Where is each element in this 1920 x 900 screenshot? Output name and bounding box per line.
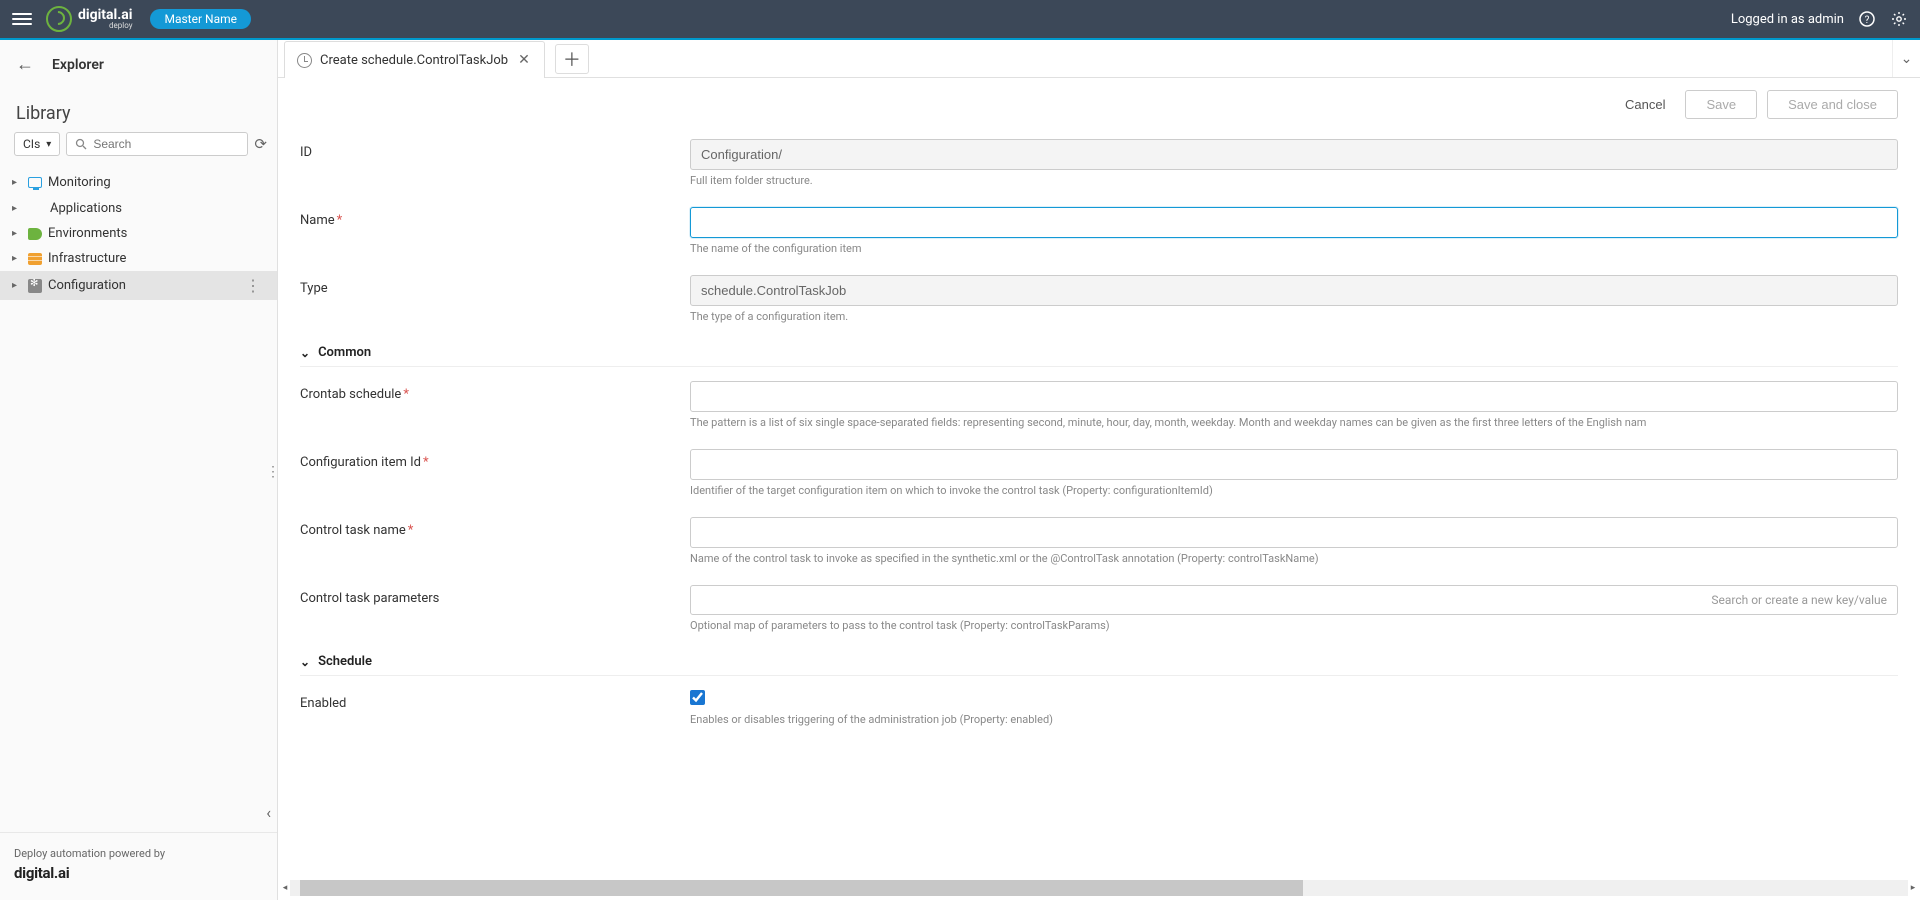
gear-icon[interactable] <box>1890 10 1908 28</box>
search-input[interactable] <box>93 137 239 151</box>
chevron-down-icon: ⌄ <box>300 346 310 360</box>
enabled-help: Enables or disables triggering of the ad… <box>690 713 1898 726</box>
type-help: The type of a configuration item. <box>690 310 1898 323</box>
scroll-right-icon[interactable]: ▸ <box>1908 880 1918 896</box>
tree-item-monitoring[interactable]: ▸ Monitoring <box>0 170 277 195</box>
tree-item-menu-icon[interactable]: ⋮ <box>241 276 265 295</box>
id-label: ID <box>300 139 690 160</box>
cis-dropdown[interactable]: CIs ▾ <box>14 132 60 156</box>
footer-text: Deploy automation powered by <box>14 847 263 860</box>
library-label: Library <box>0 89 277 132</box>
name-field[interactable] <box>690 207 1898 238</box>
cancel-button[interactable]: Cancel <box>1615 91 1675 118</box>
master-pill[interactable]: Master Name <box>150 9 251 29</box>
monitor-icon <box>28 177 42 188</box>
tree-item-label: Infrastructure <box>48 251 265 266</box>
ciid-label: Configuration item Id <box>300 455 421 470</box>
tree-item-label: Monitoring <box>48 175 265 190</box>
scroll-left-icon[interactable]: ◂ <box>280 880 290 896</box>
login-status: Logged in as admin <box>1731 12 1844 27</box>
brand-sub: deploy <box>78 22 132 30</box>
horizontal-scrollbar[interactable]: ◂ ▸ <box>290 880 1908 896</box>
tree-item-infrastructure[interactable]: ▸ Infrastructure <box>0 246 277 271</box>
cron-label: Crontab schedule <box>300 387 401 402</box>
scrollbar-track[interactable] <box>290 880 1908 896</box>
enabled-label: Enabled <box>300 690 690 711</box>
tree-caret-icon[interactable]: ▸ <box>12 228 22 239</box>
tree-caret-icon[interactable]: ▸ <box>12 177 22 188</box>
tabs-dropdown-icon[interactable]: ⌄ <box>1892 40 1920 77</box>
apps-icon <box>28 200 44 216</box>
rocket-icon <box>46 6 72 32</box>
new-tab-button[interactable]: ＋ <box>555 44 589 74</box>
env-icon <box>28 228 42 240</box>
split-handle[interactable]: ⋮ <box>266 470 280 474</box>
enabled-checkbox[interactable] <box>690 690 705 705</box>
save-button[interactable]: Save <box>1685 90 1757 119</box>
section-common-label: Common <box>318 345 371 360</box>
infra-icon <box>28 253 42 265</box>
id-help: Full item folder structure. <box>690 174 1898 187</box>
tree-item-label: Configuration <box>48 278 235 293</box>
required-icon: * <box>408 523 414 538</box>
tree-item-label: Environments <box>48 226 265 241</box>
tree-caret-icon[interactable]: ▸ <box>12 280 22 291</box>
help-icon[interactable]: ? <box>1858 10 1876 28</box>
close-tab-icon[interactable]: ✕ <box>516 52 532 68</box>
ctparams-help: Optional map of parameters to pass to th… <box>690 619 1898 632</box>
ctname-help: Name of the control task to invoke as sp… <box>690 552 1898 565</box>
tree-caret-icon[interactable]: ▸ <box>12 203 22 214</box>
hamburger-menu[interactable] <box>12 9 32 29</box>
ctparams-field[interactable]: Search or create a new key/value <box>690 585 1898 615</box>
tree-item-applications[interactable]: ▸ Applications <box>0 195 277 221</box>
save-close-button[interactable]: Save and close <box>1767 90 1898 119</box>
id-field <box>690 139 1898 170</box>
tree-item-label: Applications <box>50 201 265 216</box>
tab-label: Create schedule.ControlTaskJob <box>320 53 508 68</box>
cis-dropdown-label: CIs <box>23 137 40 151</box>
section-schedule-label: Schedule <box>318 654 372 669</box>
cron-help: The pattern is a list of six single spac… <box>690 416 1898 429</box>
config-icon <box>28 279 42 293</box>
required-icon: * <box>337 213 343 228</box>
name-help: The name of the configuration item <box>690 242 1898 255</box>
caret-down-icon: ▾ <box>46 139 51 150</box>
required-icon: * <box>403 387 409 402</box>
brand-logo[interactable]: digital.ai deploy <box>46 6 132 32</box>
section-common-toggle[interactable]: ⌄ Common <box>300 333 1898 367</box>
ctparams-label: Control task parameters <box>300 585 690 606</box>
clock-icon <box>297 53 312 68</box>
ciid-help: Identifier of the target configuration i… <box>690 484 1898 497</box>
type-label: Type <box>300 275 690 296</box>
search-icon <box>75 138 87 150</box>
tree-item-environments[interactable]: ▸ Environments <box>0 221 277 246</box>
section-schedule-toggle[interactable]: ⌄ Schedule <box>300 642 1898 676</box>
type-field <box>690 275 1898 306</box>
footer-brand: digital.ai <box>14 864 263 882</box>
search-input-wrap[interactable] <box>66 132 248 156</box>
sidebar-title: Explorer <box>52 57 104 73</box>
back-arrow-icon[interactable]: ← <box>16 54 34 75</box>
required-icon: * <box>423 455 429 470</box>
ctparams-placeholder: Search or create a new key/value <box>1711 593 1887 607</box>
ctname-field[interactable] <box>690 517 1898 548</box>
name-label: Name <box>300 213 335 228</box>
tree-item-configuration[interactable]: ▸ Configuration ⋮ <box>0 271 277 300</box>
tab-create-job[interactable]: Create schedule.ControlTaskJob ✕ <box>284 41 545 78</box>
tree-caret-icon[interactable]: ▸ <box>12 253 22 264</box>
cron-field[interactable] <box>690 381 1898 412</box>
ctname-label: Control task name <box>300 523 406 538</box>
chevron-down-icon: ⌄ <box>300 655 310 669</box>
scrollbar-thumb[interactable] <box>300 880 1303 896</box>
refresh-icon[interactable]: ⟳ <box>254 135 267 153</box>
svg-text:?: ? <box>1865 15 1870 26</box>
collapse-sidebar-icon[interactable]: ‹ <box>266 803 271 822</box>
ciid-field[interactable] <box>690 449 1898 480</box>
